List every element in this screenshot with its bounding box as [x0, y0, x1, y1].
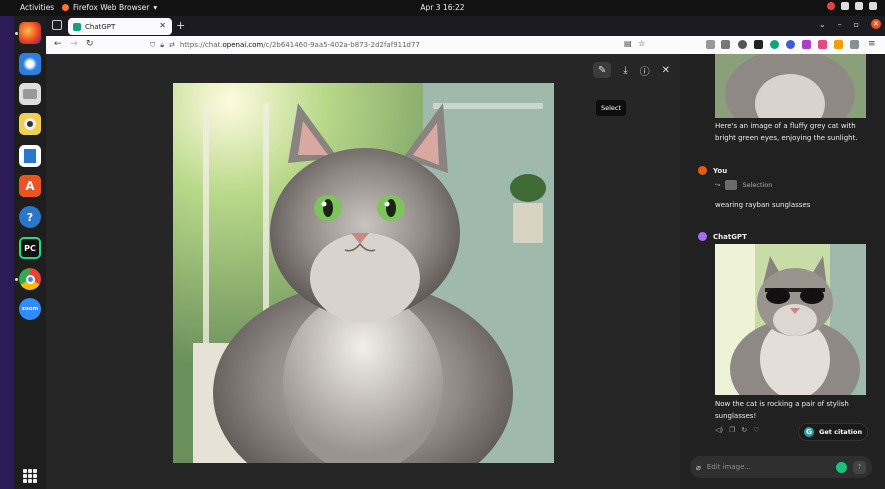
selection-label: Selection — [742, 181, 773, 189]
close-icon[interactable]: ✕ — [662, 65, 670, 76]
chat-panel: Here's an image of a fluffy grey cat wit… — [680, 54, 885, 489]
firefox-dock-icon[interactable] — [19, 22, 41, 44]
writer-dock-icon[interactable] — [19, 145, 41, 167]
navigation-bar: ← → ↻ ⛉ 🔒︎ ⇄ https://chat.openai.com/c/2… — [46, 36, 885, 54]
account-icon[interactable] — [738, 40, 747, 49]
assistant-message-2: Now the cat is rocking a pair of stylish… — [715, 400, 849, 420]
list-all-tabs-icon[interactable]: ⌄ — [819, 20, 826, 29]
generated-cat-image[interactable] — [173, 83, 554, 463]
reader-view-icon[interactable]: ▤ — [624, 39, 632, 48]
tab-overview-icon[interactable] — [52, 20, 62, 30]
pycharm-dock-icon[interactable]: PC — [19, 237, 41, 259]
selection-reference[interactable]: ↪ Selection — [715, 180, 772, 190]
assistant-name: ChatGPT — [713, 232, 747, 241]
running-indicator — [15, 278, 18, 281]
show-apps-icon[interactable] — [23, 469, 37, 483]
system-top-bar: Activities Firefox Web Browser ▾ Apr 3 1… — [0, 0, 885, 16]
clock[interactable]: Apr 3 16:22 — [0, 3, 885, 12]
volume-icon[interactable] — [855, 2, 863, 10]
chatgpt-favicon-icon — [73, 22, 81, 31]
page-content: ✎ ⤓ ⓘ ✕ Select Here's an image of a fluf… — [46, 54, 885, 489]
download-icon[interactable]: ⤓ — [623, 65, 627, 76]
new-tab-button[interactable]: + — [176, 19, 185, 32]
get-citation-button[interactable]: G Get citation — [798, 423, 868, 441]
minimize-button[interactable]: – — [838, 20, 842, 29]
tab-title: ChatGPT — [85, 22, 116, 31]
image-viewer: ✎ ⤓ ⓘ ✕ Select — [46, 54, 680, 489]
chrome-tray-icon[interactable] — [827, 2, 835, 10]
thumbs-down-icon[interactable]: ♡ — [753, 426, 759, 434]
extension-icon[interactable] — [786, 40, 795, 49]
permissions-icon[interactable]: ⇄ — [169, 41, 175, 49]
extension-icon[interactable] — [770, 40, 779, 49]
selection-thumbnail — [725, 180, 738, 190]
menu-icon[interactable]: ≡ — [868, 39, 876, 49]
running-indicator — [15, 32, 18, 35]
chatgpt-avatar — [698, 232, 707, 241]
previous-cat-image-thumbnail[interactable] — [715, 54, 866, 118]
message-actions: ◁) ❐ ↻ ♡ — [715, 426, 760, 434]
select-tooltip: Select — [596, 100, 627, 116]
thunderbird-dock-icon[interactable] — [19, 53, 41, 75]
extension-icon[interactable] — [834, 40, 843, 49]
user-avatar — [698, 166, 707, 175]
close-tab-icon[interactable]: ✕ — [159, 21, 166, 30]
zoom-dock-icon[interactable]: zoom — [19, 298, 41, 320]
shield-icon[interactable]: ⛉ — [150, 41, 155, 50]
edit-image-input[interactable] — [706, 463, 830, 471]
info-icon[interactable]: ⓘ — [640, 63, 650, 78]
user-header: You — [698, 166, 727, 175]
pocket-icon[interactable] — [706, 40, 715, 49]
forward-icon[interactable]: → — [70, 39, 78, 49]
extension-icon[interactable] — [818, 40, 827, 49]
help-dock-icon[interactable]: ? — [19, 206, 41, 228]
attach-icon[interactable]: ⌀ — [696, 463, 701, 472]
rhythmbox-dock-icon[interactable] — [19, 113, 41, 135]
send-button[interactable]: ↑ — [853, 460, 866, 474]
chrome-dock-icon[interactable] — [19, 268, 41, 290]
reply-arrow-icon: ↪ — [715, 181, 721, 189]
select-brush-icon[interactable]: ✎ — [593, 62, 612, 78]
bookmark-star-icon[interactable]: ☆ — [638, 39, 645, 48]
copy-icon[interactable]: ❐ — [729, 426, 735, 434]
lock-icon[interactable]: 🔒︎ — [160, 41, 164, 50]
assistant-message-1: Here's an image of a fluffy grey cat wit… — [715, 122, 858, 142]
reload-icon[interactable]: ↻ — [86, 39, 94, 49]
extensions-puzzle-icon[interactable] — [850, 40, 859, 49]
downloads-icon[interactable] — [721, 40, 730, 49]
extension-icon[interactable] — [754, 40, 763, 49]
power-icon[interactable] — [869, 2, 877, 10]
tab-strip: ChatGPT ✕ + ⌄ – ▫ ✕ — [46, 16, 885, 36]
url-text: https://chat.openai.com/c/2b641460-9aa5-… — [179, 41, 420, 49]
citation-g-icon: G — [804, 427, 814, 437]
window-controls: ⌄ – ▫ ✕ — [819, 19, 881, 29]
user-name: You — [713, 166, 728, 175]
get-citation-label: Get citation — [819, 428, 863, 436]
back-icon[interactable]: ← — [54, 39, 62, 49]
firefox-window: ChatGPT ✕ + ⌄ – ▫ ✕ ← → ↻ ⛉ 🔒︎ ⇄ https:/… — [46, 16, 885, 489]
extension-icon[interactable] — [802, 40, 811, 49]
app-center-dock-icon[interactable]: A — [19, 175, 41, 197]
user-message: wearing rayban sunglasses — [715, 201, 811, 209]
tab-chatgpt[interactable]: ChatGPT ✕ — [68, 18, 172, 35]
assistant-header: ChatGPT — [698, 232, 747, 241]
read-aloud-icon[interactable]: ◁) — [715, 426, 723, 434]
close-window-button[interactable]: ✕ — [871, 19, 881, 29]
dock: A ? PC zoom — [14, 16, 46, 489]
network-icon[interactable] — [841, 2, 849, 10]
grammarly-icon[interactable] — [836, 461, 847, 473]
system-tray[interactable] — [827, 2, 877, 10]
viewer-toolbar: ✎ ⤓ ⓘ ✕ — [593, 62, 670, 78]
files-dock-icon[interactable] — [19, 83, 41, 105]
url-bar[interactable]: ⛉ 🔒︎ ⇄ https://chat.openai.com/c/2b64146… — [150, 38, 650, 52]
regenerate-icon[interactable]: ↻ — [741, 426, 747, 434]
cat-with-sunglasses-image[interactable] — [715, 244, 866, 395]
maximize-button[interactable]: ▫ — [854, 20, 859, 29]
zoom-label: zoom — [21, 306, 39, 312]
message-composer: ⌀ ↑ — [690, 456, 872, 478]
